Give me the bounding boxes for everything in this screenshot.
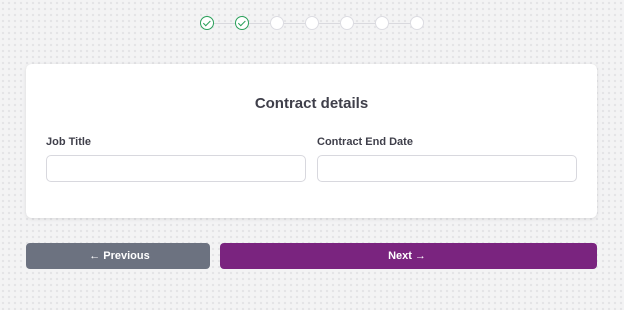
contract-end-date-input[interactable] [317, 155, 577, 182]
contract-details-card: Contract details Job Title Contract End … [26, 64, 597, 218]
progress-stepper [200, 15, 424, 33]
step-4-pending-circle-icon [305, 16, 319, 30]
next-button[interactable]: Next → [220, 243, 597, 269]
arrow-left-icon: ← [89, 250, 101, 262]
previous-button-label: Previous [103, 250, 150, 262]
previous-button[interactable]: ← Previous [26, 243, 210, 269]
step-1-complete-check-icon [200, 16, 214, 30]
step-3-pending-circle-icon [270, 16, 284, 30]
step-5-pending-circle-icon [340, 16, 354, 30]
job-title-input[interactable] [46, 155, 306, 182]
form-title: Contract details [254, 95, 369, 112]
contract-end-date-label: Contract End Date [317, 136, 413, 148]
arrow-right-icon: → [414, 250, 426, 262]
step-7-pending-circle-icon [410, 16, 424, 30]
step-6-pending-circle-icon [375, 16, 389, 30]
next-button-label: Next [388, 250, 412, 262]
job-title-label: Job Title [46, 136, 92, 148]
step-2-complete-check-icon [235, 16, 249, 30]
